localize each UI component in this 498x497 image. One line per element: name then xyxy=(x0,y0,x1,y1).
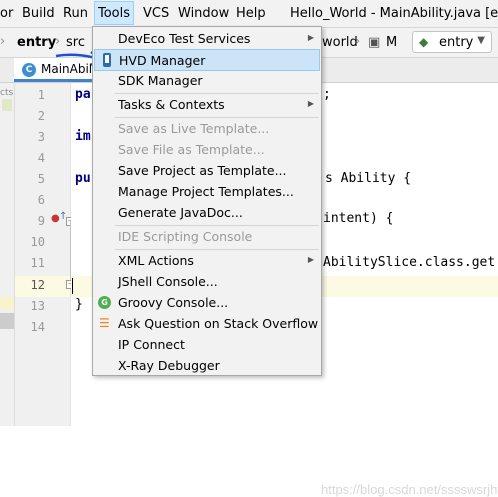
line-number: 4 xyxy=(37,151,45,165)
menu-window[interactable]: Window xyxy=(178,6,229,21)
breadcrumb-world[interactable]: world xyxy=(322,35,358,50)
line-number: 6 xyxy=(37,193,45,207)
run-configuration-select[interactable]: ◆ entry ▼ xyxy=(412,31,492,53)
menu-item-label: HVD Manager xyxy=(119,53,206,68)
text-caret xyxy=(72,278,73,294)
code-line-1: pa xyxy=(75,87,91,102)
menu-item-label: Generate JavaDoc... xyxy=(118,205,243,220)
menu-run[interactable]: Run xyxy=(63,6,88,21)
menu-build[interactable]: Build xyxy=(22,6,55,21)
line-number: 3 xyxy=(37,130,45,144)
line-number: 2 xyxy=(37,109,45,123)
tools-menu: DevEco Test Services ▶ HVD Manager SDK M… xyxy=(92,26,322,376)
strip-label: cts xyxy=(0,88,14,98)
chevron-down-icon: ▼ xyxy=(477,35,485,46)
stackoverflow-icon: ☰ xyxy=(99,316,110,330)
menu-item-label: Save Project as Template... xyxy=(118,163,287,178)
project-tool-strip: cts xyxy=(0,83,15,426)
line-number: 5 xyxy=(37,172,45,186)
menu-refactor[interactable]: or xyxy=(0,6,13,21)
code-line-3: im xyxy=(75,129,91,144)
menu-item-generate-javadoc[interactable]: Generate JavaDoc... xyxy=(94,202,320,223)
line-number: 11 xyxy=(30,256,45,270)
code-line-10-tail: AbilitySlice.class.get xyxy=(323,255,496,270)
menu-item-save-as-live-template: Save as Live Template... xyxy=(94,118,320,139)
menu-item-save-file-as-template: Save File as Template... xyxy=(94,139,320,160)
menu-item-tasks-contexts[interactable]: Tasks & Contexts ▶ xyxy=(94,94,320,115)
menu-item-deveco-test-services[interactable]: DevEco Test Services ▶ xyxy=(94,28,320,49)
menu-item-label: Save File as Template... xyxy=(118,142,265,157)
menu-item-label: IDE Scripting Console xyxy=(118,229,253,244)
phone-icon xyxy=(103,53,111,67)
line-number: 10 xyxy=(30,235,45,249)
menu-item-label: Ask Question on Stack Overflow xyxy=(118,316,319,331)
menu-item-label: Tasks & Contexts xyxy=(118,97,225,112)
chevron-right-icon: › xyxy=(0,34,6,49)
submenu-arrow-icon: ▶ xyxy=(307,255,314,264)
module-icon: ◆ xyxy=(419,35,429,49)
code-line-5-tail: s Ability { xyxy=(325,171,412,186)
menu-item-label: Manage Project Templates... xyxy=(118,184,294,199)
chevron-right-icon: › xyxy=(355,34,361,49)
code-line-9-tail: intent) { xyxy=(323,211,394,226)
menu-item-save-project-as-template[interactable]: Save Project as Template... xyxy=(94,160,320,181)
line-number: 14 xyxy=(30,320,45,334)
menu-item-label: XML Actions xyxy=(118,253,194,268)
code-line-5: pu xyxy=(75,171,91,186)
menu-bar: or Build Run Tools VCS Window Help Hello… xyxy=(0,0,498,28)
menu-item-jshell-console[interactable]: JShell Console... xyxy=(94,271,320,292)
menu-item-label: JShell Console... xyxy=(118,274,218,289)
menu-item-sdk-manager[interactable]: SDK Manager xyxy=(94,70,320,91)
chevron-right-icon: › xyxy=(55,34,61,49)
menu-item-groovy-console[interactable]: G Groovy Console... xyxy=(94,292,320,313)
menu-item-ip-connect[interactable]: IP Connect xyxy=(94,334,320,355)
run-configuration-label: entry xyxy=(439,35,474,50)
menu-item-label: SDK Manager xyxy=(118,73,203,88)
watermark: https://blog.csdn.net/sssswsrjhtdj xyxy=(321,482,498,497)
strip-marker xyxy=(2,99,12,111)
menu-item-label: IP Connect xyxy=(118,337,185,352)
menu-item-xml-actions[interactable]: XML Actions ▶ xyxy=(94,250,320,271)
submenu-arrow-icon: ▶ xyxy=(307,33,314,42)
window-title: Hello_World - MainAbility.java [entr xyxy=(290,6,498,21)
menu-tools[interactable]: Tools xyxy=(94,1,135,25)
line-number: 13 xyxy=(30,299,45,313)
class-icon: C xyxy=(22,63,36,77)
menu-vcs[interactable]: VCS xyxy=(143,6,169,21)
groovy-icon: G xyxy=(98,296,111,309)
menu-item-hvd-manager[interactable]: HVD Manager xyxy=(94,49,320,71)
class-icon: ▣ xyxy=(368,35,381,50)
menu-item-label: Save as Live Template... xyxy=(118,121,270,136)
line-number: 9 xyxy=(37,214,45,228)
line-number: 12 xyxy=(30,278,45,292)
menu-item-xray-debugger[interactable]: X-Ray Debugger xyxy=(94,355,320,376)
breadcrumb-mainability[interactable]: M xyxy=(386,35,397,50)
menu-item-label: DevEco Test Services xyxy=(118,31,251,46)
code-line-14: } xyxy=(75,297,83,312)
breadcrumb-entry[interactable]: entry xyxy=(17,35,56,50)
menu-help[interactable]: Help xyxy=(236,6,266,21)
line-number-gutter: 1 2 3 4 5 6 9 10 11 12 13 14 ● ↑ − − xyxy=(15,83,75,426)
strip-selection xyxy=(0,313,14,329)
menu-item-manage-project-templates[interactable]: Manage Project Templates... xyxy=(94,181,320,202)
menu-item-ask-stack-overflow[interactable]: ☰ Ask Question on Stack Overflow xyxy=(94,313,320,334)
strip-current-line xyxy=(0,297,14,309)
menu-item-label: Groovy Console... xyxy=(118,295,229,310)
menu-item-label: X-Ray Debugger xyxy=(118,358,220,373)
submenu-arrow-icon: ▶ xyxy=(307,99,314,108)
line-number: 1 xyxy=(37,88,45,102)
code-line-1-tail: ; xyxy=(323,87,331,102)
menu-item-ide-scripting-console: IDE Scripting Console xyxy=(94,226,320,247)
